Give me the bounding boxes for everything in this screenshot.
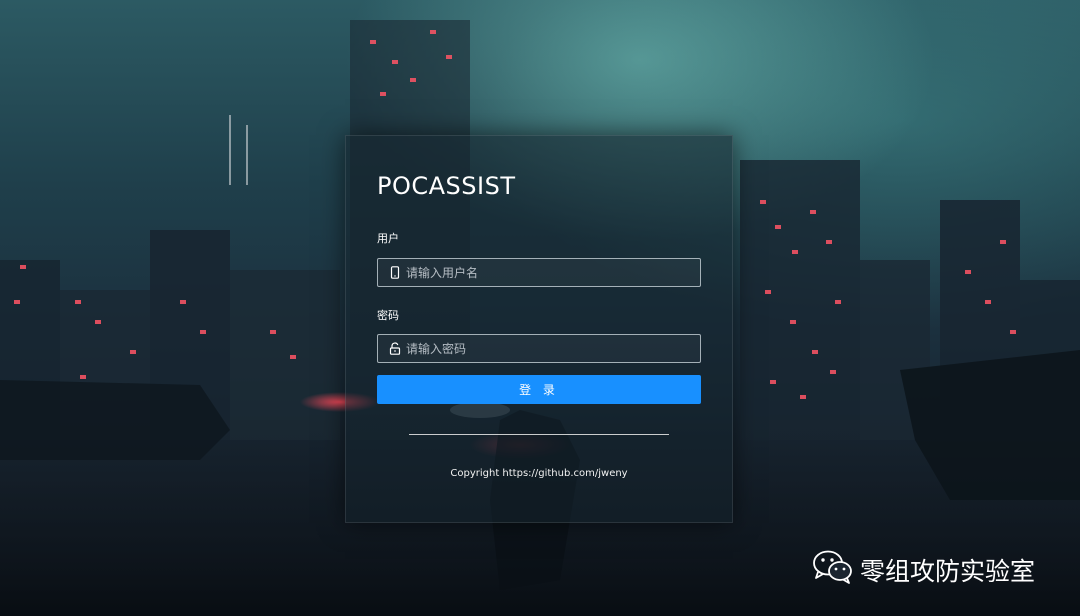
username-label: 用户	[377, 232, 399, 245]
login-button[interactable]: 登 录	[377, 375, 701, 404]
password-field[interactable]	[377, 334, 701, 363]
watermark: 零组攻防实验室	[812, 550, 1035, 590]
login-page: POCASSIST 用户 密码 登 录 C	[0, 0, 1080, 616]
password-label: 密码	[377, 309, 399, 322]
password-input[interactable]	[406, 341, 686, 356]
app-title: POCASSIST	[377, 172, 516, 200]
username-field[interactable]	[377, 258, 701, 287]
mobile-phone-icon	[388, 266, 402, 280]
wechat-icon	[812, 550, 854, 590]
copyright-text: Copyright https://github.com/jweny	[450, 468, 628, 479]
watermark-text: 零组攻防实验室	[860, 557, 1036, 586]
unlock-icon	[388, 342, 402, 356]
divider	[409, 434, 669, 435]
login-card: POCASSIST 用户 密码 登 录 C	[345, 135, 733, 523]
username-input[interactable]	[406, 265, 686, 280]
